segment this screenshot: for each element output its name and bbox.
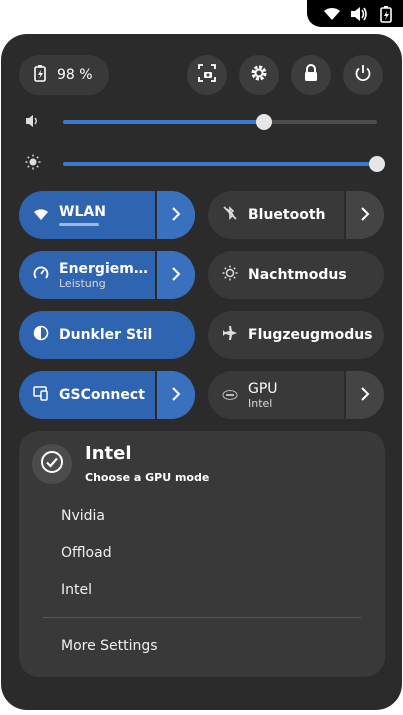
gpu-option-nvidia[interactable]: Nvidia (61, 508, 105, 524)
chevron-right-icon (360, 206, 370, 225)
night-mode-toggle[interactable]: Nachtmodus (208, 251, 384, 299)
chevron-right-icon (171, 386, 181, 405)
phone-link-icon (33, 385, 49, 405)
chevron-right-icon (171, 266, 181, 285)
volume-slider-handle[interactable] (255, 114, 272, 130)
bluetooth-toggle-main[interactable]: Bluetooth (208, 191, 344, 239)
bluetooth-expand-button[interactable] (344, 191, 384, 239)
gpu-option-offload[interactable]: Offload (61, 545, 112, 561)
dark-mode-icon (33, 325, 49, 345)
brightness-slider[interactable] (63, 156, 385, 172)
gpu-option-intel[interactable]: Intel (61, 582, 92, 598)
airplane-mode-toggle-main[interactable]: Flugzeugmodus (208, 311, 384, 359)
bluetooth-label: Bluetooth (248, 207, 326, 223)
wlan-toggle-main[interactable]: WLAN (19, 191, 155, 239)
battery-percent: 98 % (57, 67, 93, 83)
brightness-slider-fill (63, 162, 377, 166)
dark-style-toggle[interactable]: Dunkler Stil (19, 311, 195, 359)
brightness-icon (25, 154, 41, 174)
brightness-slider-row (25, 152, 385, 176)
gpu-expand-button[interactable] (344, 371, 384, 419)
gpu-sub: Intel (248, 396, 273, 410)
power-button[interactable] (343, 55, 383, 95)
gpu-mode-header-icon (32, 444, 72, 484)
gsconnect-toggle[interactable]: GSConnect (19, 371, 195, 419)
night-mode-label: Nachtmodus (248, 267, 347, 283)
volume-slider-row (25, 110, 381, 134)
gpu-menu-subtitle: Choose a GPU mode (85, 471, 210, 484)
screenshot-button[interactable] (187, 55, 227, 95)
top-bar-status-area[interactable] (307, 0, 403, 27)
brightness-slider-handle[interactable] (369, 156, 385, 172)
power-mode-toggle[interactable]: Energiem… Leistung (19, 251, 195, 299)
chevron-right-icon (171, 206, 181, 225)
gsconnect-expand-button[interactable] (155, 371, 195, 419)
dark-style-toggle-main[interactable]: Dunkler Stil (19, 311, 195, 359)
gear-icon (250, 64, 268, 86)
airplane-icon (222, 325, 238, 345)
volume-slider[interactable] (63, 114, 377, 130)
lock-icon (303, 64, 319, 86)
wlan-toggle[interactable]: WLAN (19, 191, 195, 239)
wifi-icon (323, 7, 341, 21)
settings-button[interactable] (239, 55, 279, 95)
wlan-status-indicator (59, 223, 99, 226)
intel-logo-icon (222, 386, 238, 405)
airplane-mode-toggle[interactable]: Flugzeugmodus (208, 311, 384, 359)
airplane-mode-label: Flugzeugmodus (248, 327, 373, 343)
lock-button[interactable] (291, 55, 331, 95)
quick-settings-panel: 98 % WLAN Bluetooth Energiem… Leistung N… (1, 34, 402, 710)
screenshot-icon (198, 64, 216, 86)
bluetooth-disabled-icon (222, 205, 238, 225)
gpu-label: GPU (248, 380, 278, 397)
volume-icon (350, 6, 368, 22)
wifi-icon (33, 206, 49, 225)
chevron-right-icon (360, 386, 370, 405)
battery-charging-icon (33, 64, 47, 86)
power-mode-expand-button[interactable] (155, 251, 195, 299)
battery-icon (378, 5, 394, 23)
gpu-menu-title: Intel (85, 443, 132, 464)
gpu-mode-menu: Intel Choose a GPU mode Nvidia Offload I… (19, 431, 385, 677)
wlan-label: WLAN (59, 204, 106, 220)
night-light-icon (222, 265, 238, 285)
volume-slider-fill (63, 120, 264, 124)
power-mode-label: Energiem… (59, 260, 148, 277)
power-icon (354, 64, 372, 86)
battery-status-chip: 98 % (19, 55, 109, 95)
night-mode-toggle-main[interactable]: Nachtmodus (208, 251, 384, 299)
menu-divider (43, 617, 361, 618)
power-mode-toggle-main[interactable]: Energiem… Leistung (19, 251, 155, 299)
power-profile-icon (33, 265, 49, 285)
checkmark-circle-icon (40, 450, 64, 478)
gsconnect-label: GSConnect (59, 387, 145, 403)
gpu-toggle-main[interactable]: GPU Intel (208, 371, 344, 419)
dark-style-label: Dunkler Stil (59, 327, 153, 343)
gsconnect-toggle-main[interactable]: GSConnect (19, 371, 155, 419)
power-mode-sub: Leistung (59, 276, 106, 290)
wlan-expand-button[interactable] (155, 191, 195, 239)
bluetooth-toggle[interactable]: Bluetooth (208, 191, 384, 239)
more-settings-item[interactable]: More Settings (61, 638, 158, 654)
gpu-toggle[interactable]: GPU Intel (208, 371, 384, 419)
volume-icon (25, 113, 41, 132)
